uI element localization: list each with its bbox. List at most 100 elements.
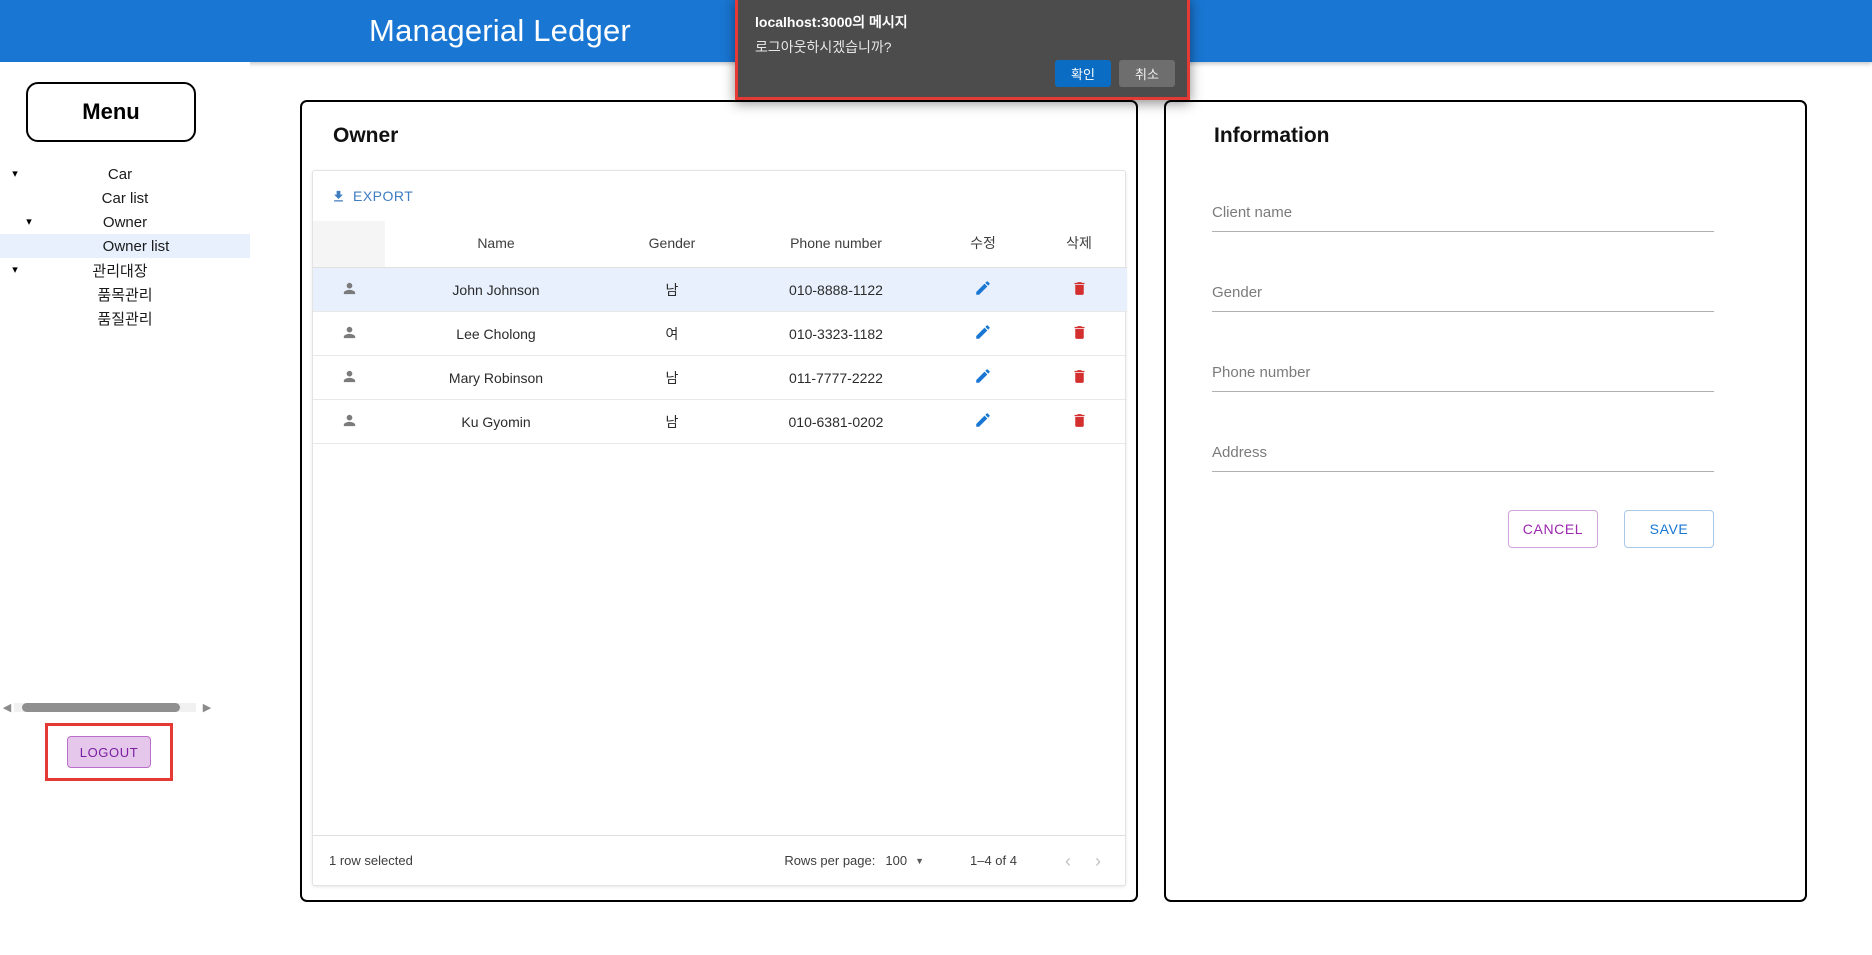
sidebar-horizontal-scrollbar[interactable]: ◀ ▶ (0, 698, 214, 716)
chevron-down-icon[interactable]: ▾ (22, 210, 36, 234)
cell-edit (935, 267, 1031, 312)
person-icon (341, 368, 358, 385)
table-empty-space (313, 444, 1125, 835)
information-title: Information (1214, 124, 1330, 147)
table-row[interactable]: Lee Cholong 여 010-3323-1182 (313, 311, 1127, 356)
sidebar-item-car[interactable]: ▾ Car (0, 162, 250, 186)
table-row[interactable]: Mary Robinson 남 011-7777-2222 (313, 355, 1127, 400)
table-header-row: Name Gender Phone number 수정 삭제 (313, 221, 1127, 268)
row-avatar-cell[interactable] (313, 267, 385, 312)
table-footer: 1 row selected Rows per page: 100 ▼ 1–4 … (313, 835, 1125, 885)
cell-gender: 여 (607, 311, 737, 356)
cell-edit (935, 311, 1031, 356)
sidebar-item-label: Owner list (102, 237, 170, 255)
cell-gender: 남 (607, 355, 737, 400)
trash-icon (1071, 281, 1088, 300)
form-actions: CANCEL SAVE (1212, 510, 1714, 548)
gender-field-wrap (1212, 278, 1714, 312)
row-avatar-cell[interactable] (313, 355, 385, 400)
scroll-right-arrow-icon[interactable]: ▶ (200, 701, 214, 714)
sidebar: Menu ▾ Car Car list ▾ Owner Owner list ▾… (0, 62, 250, 955)
pencil-icon (974, 413, 992, 432)
row-avatar-cell[interactable] (313, 311, 385, 356)
table-head: Name Gender Phone number 수정 삭제 (313, 221, 1127, 268)
column-header-gender: Gender (607, 221, 737, 268)
information-panel: Information CANCEL SAVE (1164, 100, 1807, 902)
chevron-down-icon[interactable]: ▾ (8, 258, 22, 282)
logout-label: LOGOUT (79, 744, 139, 760)
cell-delete (1031, 399, 1127, 444)
menu-button[interactable]: Menu (26, 82, 196, 142)
next-page-button[interactable]: › (1083, 846, 1113, 876)
download-icon (331, 189, 346, 204)
sidebar-item-label: Owner (102, 213, 148, 231)
trash-icon (1071, 325, 1088, 344)
delete-button[interactable] (1071, 324, 1088, 341)
scrollbar-thumb[interactable] (22, 702, 180, 712)
sidebar-item-관리대장[interactable]: ▾ 관리대장 (0, 258, 250, 282)
edit-button[interactable] (974, 367, 992, 385)
logout-button[interactable]: LOGOUT (67, 736, 151, 768)
edit-button[interactable] (974, 323, 992, 341)
scrollbar-track[interactable] (14, 702, 196, 712)
edit-button[interactable] (974, 411, 992, 429)
sidebar-item-품목관리[interactable]: 품목관리 (0, 282, 250, 306)
edit-button[interactable] (974, 279, 992, 297)
export-button[interactable]: EXPORT (323, 183, 421, 209)
sidebar-item-owner[interactable]: ▾ Owner (0, 210, 250, 234)
column-header-edit: 수정 (935, 221, 1031, 268)
rows-per-page-select[interactable]: 100 ▼ (885, 853, 924, 868)
address-field-wrap (1212, 438, 1714, 472)
pencil-icon (974, 369, 992, 388)
client-name-field-wrap (1212, 198, 1714, 232)
cell-delete (1031, 311, 1127, 356)
address-input[interactable] (1212, 438, 1714, 472)
cell-name: Mary Robinson (385, 355, 607, 400)
pencil-icon (974, 325, 992, 344)
dialog-title: localhost:3000의 메시지 (755, 14, 908, 30)
delete-button[interactable] (1071, 412, 1088, 429)
owner-table-card: EXPORT Name Gender Phone number 수정 삭제 Jo… (312, 170, 1127, 886)
table-row[interactable]: Ku Gyomin 남 010-6381-0202 (313, 399, 1127, 444)
chevron-down-icon: ▼ (915, 855, 924, 866)
dialog-cancel-button[interactable]: 취소 (1119, 60, 1175, 87)
delete-button[interactable] (1071, 368, 1088, 385)
column-header-select (313, 221, 385, 268)
cell-phone: 011-7777-2222 (737, 355, 935, 400)
logout-highlight-box: LOGOUT (45, 723, 173, 781)
cell-edit (935, 355, 1031, 400)
table-row[interactable]: John Johnson 남 010-8888-1122 (313, 267, 1127, 312)
gender-input[interactable] (1212, 278, 1714, 312)
sidebar-item-car-list[interactable]: Car list (0, 186, 250, 210)
dialog-confirm-button[interactable]: 확인 (1055, 60, 1111, 87)
trash-icon (1071, 369, 1088, 388)
trash-icon (1071, 413, 1088, 432)
phone-number-field-wrap (1212, 358, 1714, 392)
client-name-input[interactable] (1212, 198, 1714, 232)
cell-name: John Johnson (385, 267, 607, 312)
sidebar-item-label: 관리대장 (92, 262, 148, 280)
confirm-dialog: localhost:3000의 메시지 로그아웃하시겠습니까? 확인 취소 (735, 0, 1190, 100)
previous-page-button[interactable]: ‹ (1053, 846, 1083, 876)
person-icon (341, 324, 358, 341)
sidebar-item-label: Car list (101, 189, 149, 207)
table-toolbar: EXPORT (313, 171, 1125, 221)
dialog-message: 로그아웃하시겠습니까? (755, 39, 892, 55)
export-label: EXPORT (353, 188, 414, 204)
sidebar-item-label: 품질관리 (97, 310, 153, 328)
menu-label: Menu (82, 99, 140, 124)
column-header-name: Name (385, 221, 607, 268)
cell-name: Lee Cholong (385, 311, 607, 356)
delete-button[interactable] (1071, 280, 1088, 297)
cell-gender: 남 (607, 399, 737, 444)
phone-number-input[interactable] (1212, 358, 1714, 392)
app-root: Managerial Ledger Menu ▾ Car Car list ▾ … (0, 0, 1872, 955)
cancel-button[interactable]: CANCEL (1508, 510, 1598, 548)
save-button[interactable]: SAVE (1624, 510, 1714, 548)
chevron-down-icon[interactable]: ▾ (8, 162, 22, 186)
row-avatar-cell[interactable] (313, 399, 385, 444)
sidebar-item-owner-list[interactable]: Owner list (0, 234, 250, 258)
table-body: John Johnson 남 010-8888-1122 Lee Cholong… (313, 267, 1127, 444)
scroll-left-arrow-icon[interactable]: ◀ (0, 701, 14, 714)
sidebar-item-품질관리[interactable]: 품질관리 (0, 306, 250, 330)
